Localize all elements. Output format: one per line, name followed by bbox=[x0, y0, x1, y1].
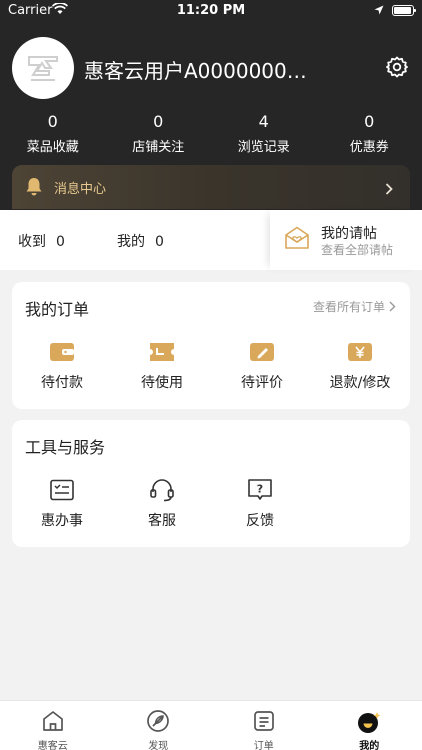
tools-grid: 惠办事 客服 ? 反馈 bbox=[12, 476, 410, 536]
tools-title: 工具与服务 bbox=[25, 438, 106, 457]
stat-value: 4 bbox=[258, 112, 269, 131]
tab-home[interactable]: 惠客云 bbox=[0, 701, 106, 750]
tool-label: 惠办事 bbox=[41, 513, 83, 529]
tool-feedback[interactable]: ? 反馈 bbox=[210, 476, 310, 532]
status-bar: Carrier 11:20 PM bbox=[0, 0, 422, 22]
invitation-summary: 收到 0 我的 0 我的请帖 查看全部请帖 bbox=[0, 210, 422, 270]
stat-value: 0 bbox=[47, 112, 58, 131]
received-label: 收到 bbox=[18, 234, 46, 250]
message-center-bar[interactable]: 消息中心 bbox=[12, 165, 410, 209]
logo-icon bbox=[28, 56, 58, 81]
my-invitations[interactable]: 我的 0 bbox=[117, 231, 164, 251]
tools-services-card: 工具与服务 惠办事 客服 ? 反馈 bbox=[12, 420, 410, 547]
location-icon bbox=[374, 4, 384, 19]
tool-customer-service[interactable]: 客服 bbox=[112, 476, 212, 532]
tool-label: 反馈 bbox=[246, 513, 274, 529]
yen-icon bbox=[310, 338, 410, 366]
view-all-label: 查看所有订单 bbox=[312, 300, 385, 314]
order-pending-payment[interactable]: 待付款 bbox=[12, 338, 112, 394]
tab-profile[interactable]: 我的 bbox=[317, 701, 422, 750]
order-status-label: 待使用 bbox=[141, 375, 183, 391]
stat-history[interactable]: 4 浏览记录 bbox=[211, 112, 317, 156]
bottom-tab-bar: 惠客云 发现 订单 我的 bbox=[0, 700, 422, 750]
avatar[interactable] bbox=[12, 37, 74, 99]
settings-gear-icon[interactable] bbox=[385, 55, 409, 79]
clock: 11:20 PM bbox=[176, 3, 246, 18]
stat-coupons[interactable]: 0 优惠券 bbox=[317, 112, 422, 156]
home-icon bbox=[0, 709, 106, 733]
order-status-label: 退款/修改 bbox=[329, 375, 391, 391]
message-center-label: 消息中心 bbox=[54, 182, 107, 197]
profile-header: Carrier 11:20 PM 惠客云用户A0000000… 0 菜品收藏 0… bbox=[0, 0, 422, 210]
tab-label: 我的 bbox=[359, 741, 380, 750]
tab-label: 订单 bbox=[253, 741, 274, 750]
orders-title: 我的订单 bbox=[25, 300, 90, 319]
stats-row: 0 菜品收藏 0 店铺关注 4 浏览记录 0 优惠券 bbox=[0, 112, 422, 156]
discover-icon bbox=[106, 709, 212, 733]
received-count: 0 bbox=[56, 234, 65, 250]
chevron-right-icon bbox=[389, 301, 396, 312]
order-icon bbox=[211, 709, 317, 733]
tool-hui-affairs[interactable]: 惠办事 bbox=[12, 476, 112, 532]
envelope-heart-icon bbox=[284, 226, 310, 254]
view-all-orders-link[interactable]: 查看所有订单 bbox=[313, 298, 396, 315]
username[interactable]: 惠客云用户A0000000… bbox=[84, 55, 374, 84]
checklist-icon bbox=[12, 476, 112, 504]
tab-discover[interactable]: 发现 bbox=[106, 701, 212, 750]
order-status-label: 待付款 bbox=[41, 375, 83, 391]
order-to-use[interactable]: 待使用 bbox=[112, 338, 212, 394]
svg-text:?: ? bbox=[257, 483, 263, 496]
stat-label: 店铺关注 bbox=[132, 140, 185, 155]
tool-label: 客服 bbox=[148, 513, 176, 529]
stat-followed-shops[interactable]: 0 店铺关注 bbox=[106, 112, 212, 156]
profile-icon bbox=[317, 709, 422, 733]
my-invitation-card[interactable]: 我的请帖 查看全部请帖 bbox=[270, 210, 422, 270]
stat-favorites[interactable]: 0 菜品收藏 bbox=[0, 112, 106, 156]
order-status-grid: 待付款 待使用 待评价 退款/修改 bbox=[12, 338, 410, 398]
bell-icon bbox=[25, 177, 43, 201]
ticket-icon bbox=[112, 338, 212, 366]
stat-label: 浏览记录 bbox=[237, 140, 290, 155]
battery-icon bbox=[392, 5, 416, 16]
order-to-review[interactable]: 待评价 bbox=[212, 338, 312, 394]
tab-label: 发现 bbox=[148, 741, 169, 750]
invite-subtitle: 查看全部请帖 bbox=[321, 243, 394, 257]
stat-value: 0 bbox=[364, 112, 375, 131]
pencil-icon bbox=[212, 338, 312, 366]
my-orders-card: 我的订单 查看所有订单 待付款 待使用 待评价 退款/修改 bbox=[12, 282, 410, 409]
chevron-right-icon bbox=[385, 180, 393, 199]
received-invitations[interactable]: 收到 0 bbox=[18, 231, 65, 251]
stat-label: 菜品收藏 bbox=[26, 140, 79, 155]
stat-value: 0 bbox=[153, 112, 164, 131]
wallet-icon bbox=[12, 338, 112, 366]
headset-icon bbox=[112, 476, 212, 504]
order-status-label: 待评价 bbox=[241, 375, 283, 391]
mine-label: 我的 bbox=[117, 234, 145, 250]
tab-orders[interactable]: 订单 bbox=[211, 701, 317, 750]
tab-label: 惠客云 bbox=[37, 741, 68, 750]
feedback-icon: ? bbox=[210, 476, 310, 504]
stat-label: 优惠券 bbox=[349, 140, 389, 155]
invite-title: 我的请帖 bbox=[321, 226, 377, 242]
order-refund[interactable]: 退款/修改 bbox=[310, 338, 410, 394]
mine-count: 0 bbox=[155, 234, 164, 250]
